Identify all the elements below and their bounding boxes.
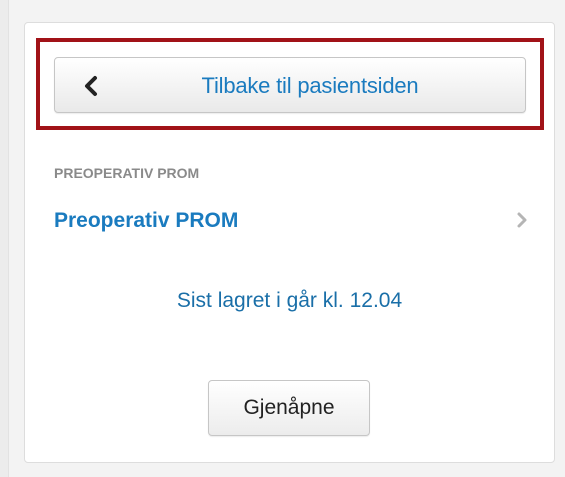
section-header: PREOPERATIV PROM [54,165,200,181]
back-button-label: Tilbake til pasientsiden [201,73,419,98]
left-edge-divider [0,0,9,477]
last-saved-status: Sist lagret i går kl. 12.04 [176,289,403,312]
preoperative-prom-link[interactable]: Preoperativ PROM [54,207,534,239]
reopen-button[interactable]: Gjenåpne [208,380,370,436]
back-to-patient-page-button[interactable]: Tilbake til pasientsiden [54,57,526,113]
chevron-right-icon [517,212,527,228]
page: Tilbake til pasientsiden PREOPERATIV PRO… [0,0,565,477]
preoperative-prom-label: Preoperativ PROM [54,209,239,232]
